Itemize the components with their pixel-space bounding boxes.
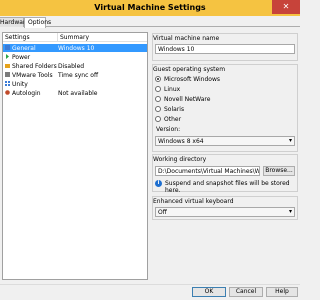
browse-button[interactable]: Browse...	[263, 166, 295, 176]
shared-folders-icon	[5, 63, 10, 68]
version-label: Version:	[156, 126, 181, 133]
radio-label: Novell NetWare	[164, 95, 211, 103]
radio-dot	[155, 106, 161, 112]
unity-icon	[5, 81, 10, 86]
vm-settings-window: Virtual Machine Settings ✕ Hardware Opti…	[0, 0, 300, 300]
autologin-icon	[5, 90, 10, 95]
list-item-name: Unity	[12, 80, 28, 88]
title-bar: Virtual Machine Settings ✕	[0, 0, 300, 16]
column-header-summary[interactable]: Summary	[57, 33, 89, 41]
keyboard-value: Off	[158, 209, 167, 216]
tab-hardware[interactable]: Hardware	[0, 17, 29, 27]
settings-list[interactable]: Settings Summary General Windows 10 Powe…	[2, 32, 148, 280]
chevron-down-icon: ▾	[288, 208, 292, 215]
vm-name-label: Virtual machine name	[153, 35, 220, 42]
settings-list-header: Settings Summary	[3, 33, 147, 42]
list-item-summary: Time sync off	[58, 71, 99, 79]
working-dir-note: Suspend and snapshot files will be store…	[165, 180, 290, 194]
info-icon: i	[155, 180, 162, 187]
list-item-name: Autologin	[12, 89, 41, 97]
close-button[interactable]: ✕	[272, 0, 300, 14]
list-item-name: Power	[12, 53, 31, 61]
list-item-name: Shared Folders	[12, 62, 57, 70]
list-item-name: VMware Tools	[12, 71, 53, 79]
close-icon: ✕	[282, 2, 290, 11]
version-select[interactable]: Windows 8 x64 ▾	[155, 136, 295, 146]
list-item-power[interactable]: Power	[3, 53, 147, 61]
list-item-name: General	[12, 44, 36, 52]
radio-dot	[155, 86, 161, 92]
radio-label: Linux	[164, 85, 181, 93]
vmware-tools-icon	[5, 72, 10, 77]
radio-label: Other	[164, 115, 182, 123]
radio-label: Solaris	[164, 105, 185, 113]
working-dir-field[interactable]: D:\Documents\Virtual Machines\Windows	[155, 166, 260, 176]
keyboard-label: Enhanced virtual keyboard	[153, 198, 234, 205]
power-icon	[5, 54, 10, 59]
list-item-autologin[interactable]: Autologin Not available	[3, 89, 147, 97]
list-item-summary: Disabled	[58, 62, 85, 70]
ok-button[interactable]: OK	[192, 287, 226, 297]
column-header-settings[interactable]: Settings	[5, 34, 30, 41]
cancel-button[interactable]: Cancel	[229, 287, 263, 297]
list-item-vmware-tools[interactable]: VMware Tools Time sync off	[3, 71, 147, 79]
general-icon	[5, 45, 10, 50]
guest-os-label: Guest operating system	[153, 66, 226, 73]
radio-label: Microsoft Windows	[164, 75, 220, 83]
radio-dot	[155, 96, 161, 102]
working-dir-label: Working directory	[153, 156, 207, 163]
radio-dot	[155, 76, 161, 82]
version-value: Windows 8 x64	[158, 138, 204, 145]
tab-options[interactable]: Options	[24, 17, 51, 28]
list-item-general[interactable]: General Windows 10	[3, 44, 147, 52]
vm-name-field[interactable]: Windows 10	[155, 44, 295, 54]
footer-divider	[0, 284, 300, 285]
list-item-summary: Not available	[58, 89, 98, 97]
keyboard-select[interactable]: Off ▾	[155, 207, 295, 217]
window-title: Virtual Machine Settings	[94, 3, 206, 12]
chevron-down-icon: ▾	[288, 137, 292, 144]
list-item-shared-folders[interactable]: Shared Folders Disabled	[3, 62, 147, 70]
list-item-summary: Windows 10	[58, 44, 95, 52]
tab-strip: Hardware Options	[0, 17, 300, 28]
list-item-unity[interactable]: Unity	[3, 80, 147, 88]
radio-dot	[155, 116, 161, 122]
help-button[interactable]: Help	[266, 287, 298, 297]
